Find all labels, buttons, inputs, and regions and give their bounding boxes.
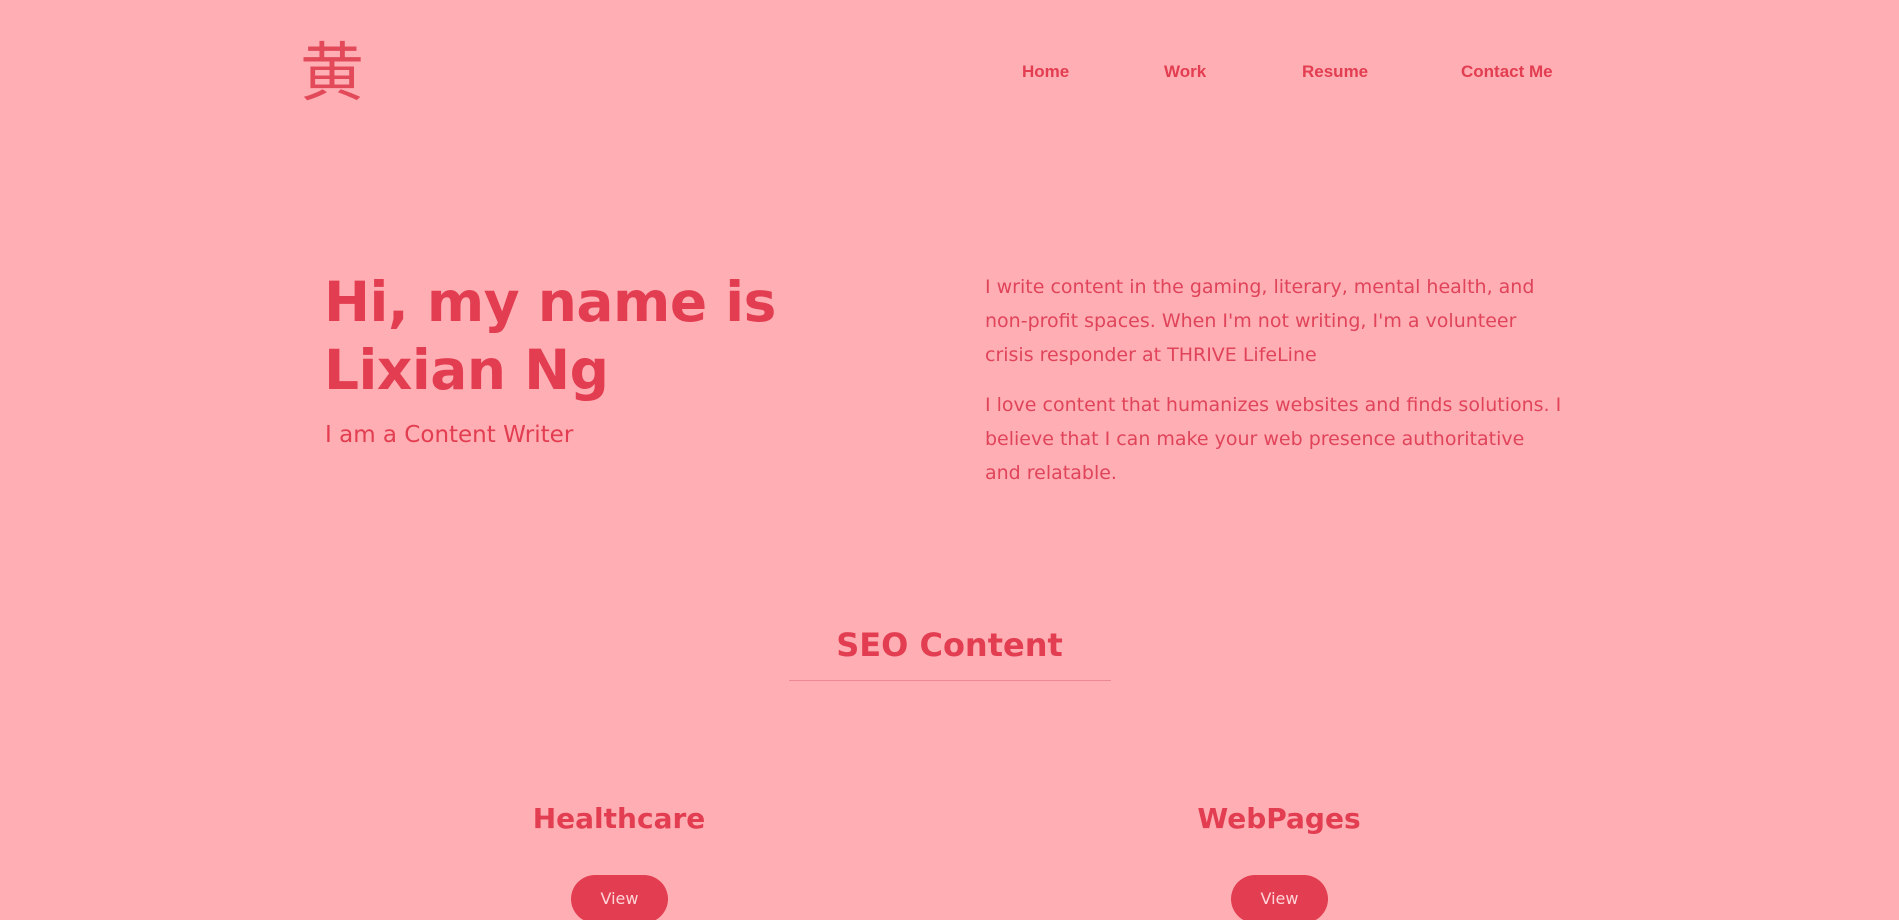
card-title-healthcare: Healthcare (532, 802, 706, 835)
section-title: SEO Content (836, 626, 1063, 664)
hero-title: Hi, my name is Lixian Ng (324, 270, 776, 402)
section-divider (789, 680, 1111, 681)
card-title-webpages: WebPages (1197, 802, 1361, 835)
main-nav: Home Work Resume Contact Me (0, 62, 1899, 86)
nav-resume-link[interactable]: Resume (1302, 62, 1368, 82)
bio-paragraph-2: I love content that humanizes websites a… (985, 394, 1562, 484)
view-webpages-button[interactable]: View (1231, 875, 1328, 920)
bio: I write content in the gaming, literary,… (985, 270, 1565, 506)
page: 黄 Home Work Resume Contact Me Hi, my nam… (0, 0, 1899, 920)
hero-subtitle: I am a Content Writer (325, 422, 574, 448)
nav-contact-link[interactable]: Contact Me (1461, 62, 1553, 82)
bio-paragraph-1: I write content in the gaming, literary,… (985, 276, 1535, 366)
nav-work-link[interactable]: Work (1164, 62, 1206, 82)
nav-home-link[interactable]: Home (1022, 62, 1069, 82)
view-healthcare-button[interactable]: View (571, 875, 668, 920)
